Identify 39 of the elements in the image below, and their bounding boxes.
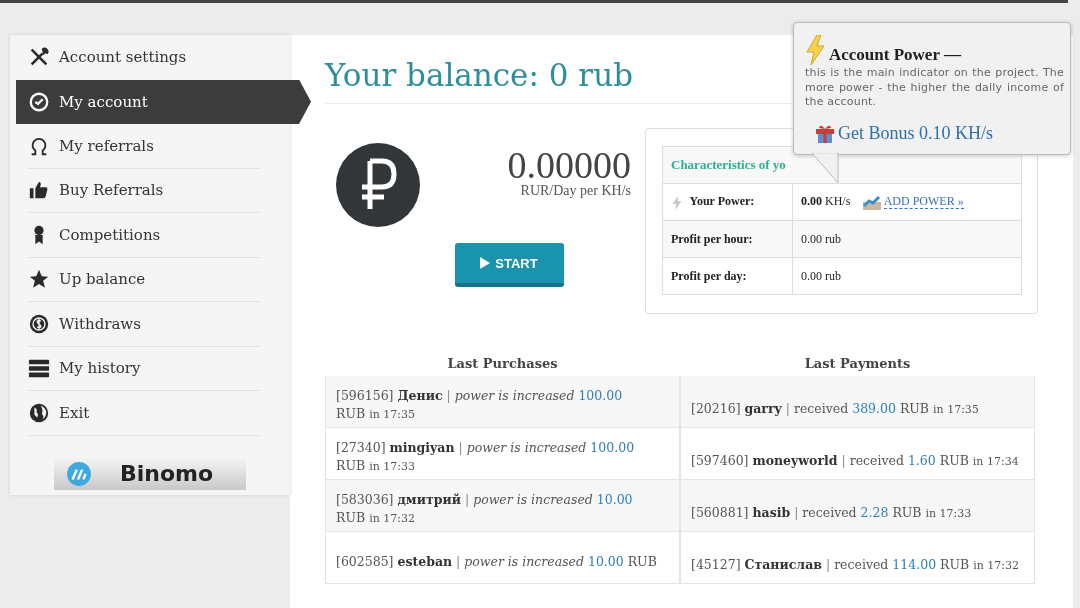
sidebar-item[interactable]: My history xyxy=(28,346,260,391)
sidebar-item[interactable]: Account settings xyxy=(28,35,260,80)
add-power-link[interactable]: ADD POWER » xyxy=(883,194,964,210)
history-entry: [560881] hasib | received 2.28 RUB in 17:33 xyxy=(680,480,1035,532)
rate-unit: RUR/Day per KH/s xyxy=(519,183,631,199)
history-entry: [602585] esteban | power is increased 10.00 RUB xyxy=(325,532,680,584)
label-text: Your Power: xyxy=(689,194,755,209)
sidebar-item[interactable]: Exit xyxy=(28,391,260,436)
characteristic-value: 0.00 rub xyxy=(801,268,841,283)
list-heading: Last Payments xyxy=(803,356,912,373)
label-text: Profit per hour: xyxy=(671,231,753,246)
sidebar-item[interactable]: Withdraws xyxy=(28,302,260,347)
chart-icon xyxy=(863,195,882,210)
play-icon xyxy=(480,257,491,269)
sidebar-item[interactable]: Up balance xyxy=(28,257,260,302)
banner-logo-icon xyxy=(66,460,92,487)
server-icon xyxy=(28,357,50,380)
sidebar-item[interactable]: Competitions xyxy=(28,213,260,258)
characteristic-value: 0.00 rub xyxy=(801,231,841,246)
history-entry: [20216] garry | received 389.00 RUB in 17:35 xyxy=(680,376,1035,428)
sidebar-item[interactable]: My referrals xyxy=(28,124,260,169)
lightning-icon xyxy=(805,35,825,65)
lightning-icon xyxy=(671,195,683,210)
binomo-banner[interactable]: Binomo xyxy=(54,457,246,490)
gift-icon xyxy=(815,123,835,143)
history-entry: [45127] Станислав | received 114.00 RUB in 17:32 xyxy=(680,532,1035,584)
rate-value: 0.00000 xyxy=(507,147,631,183)
banner-text: Binomo xyxy=(120,461,214,486)
list-heading: Last Purchases xyxy=(446,356,559,373)
get-bonus-link[interactable]: Get Bonus 0.10 KH/s xyxy=(838,122,993,144)
coin-icon xyxy=(28,312,50,335)
label-text: Profit per day: xyxy=(671,268,747,283)
characteristic-value: 0.00 KH/s xyxy=(801,194,851,209)
sidebar-item[interactable]: Buy Referrals xyxy=(28,168,260,213)
history-entry: [583036] дмитрий | power is increased 10.00 RUB in 17:32 xyxy=(325,480,680,532)
history-entry: [596156] Денис | power is increased 100.00 RUB in 17:35 xyxy=(325,376,680,428)
sidebar-item[interactable]: My account xyxy=(16,79,311,124)
ruble-icon xyxy=(336,143,420,227)
start-button[interactable]: START xyxy=(454,243,564,287)
